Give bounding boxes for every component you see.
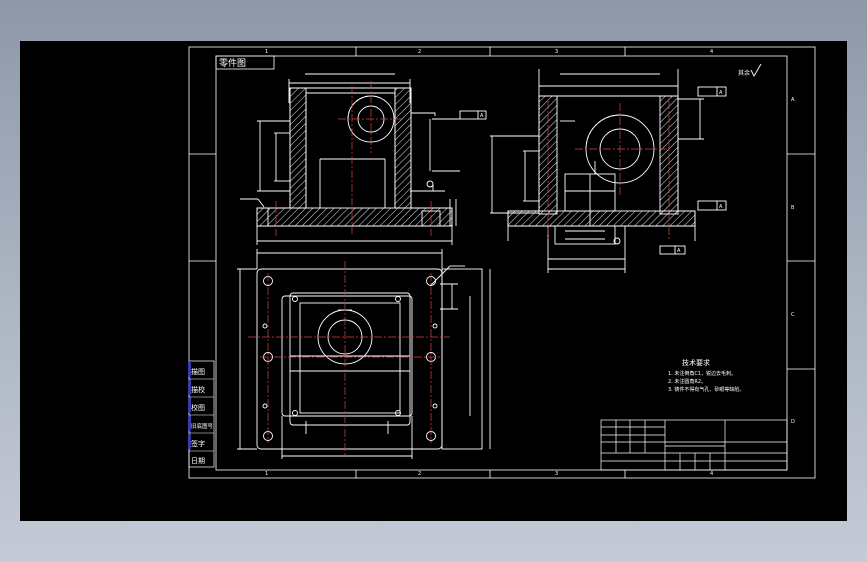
top-view-centerlines — [248, 261, 450, 456]
datum-label-front: A — [480, 113, 484, 119]
zone-top-4: 4 — [710, 49, 713, 55]
side-label-6: 日期 — [191, 457, 205, 465]
tech-req-title: 技术要求 — [682, 358, 710, 367]
zone-bottom-2: 2 — [418, 471, 421, 477]
zone-right-b: B — [791, 205, 795, 211]
side-label-5: 签字 — [191, 439, 205, 448]
zone-bottom-1: 1 — [265, 471, 268, 477]
tech-req-item-3: 3. 铸件不得有气孔、砂眼等缺陷。 — [668, 386, 744, 393]
drawing-svg: 1 2 3 4 1 2 3 4 A B C D 零件图 其余 技术要求 1. 未… — [188, 46, 816, 479]
technical-requirements: 技术要求 1. 未注倒角C1，锐边去毛刺。 2. 未注圆角R2。 3. 铸件不得… — [668, 358, 744, 393]
zone-right-c: C — [791, 312, 795, 318]
roughness-note: 其余 — [738, 69, 750, 77]
drawing-canvas[interactable]: 1 2 3 4 1 2 3 4 A B C D 零件图 其余 技术要求 1. 未… — [20, 41, 847, 521]
side-label-4: 旧底图号 — [191, 422, 214, 430]
datum-label-side-base: A — [677, 248, 681, 254]
roughness-mark: 其余 — [738, 63, 762, 77]
drawing-title: 零件图 — [219, 57, 246, 69]
zone-top-2: 2 — [418, 49, 421, 55]
side-label-panel: 描图 描校 校图 旧底图号 签字 日期 — [188, 360, 215, 468]
cad-screenshot: 1 2 3 4 1 2 3 4 A B C D 零件图 其余 技术要求 1. 未… — [0, 0, 867, 562]
datum-markers: A A A A — [480, 90, 723, 254]
drawing-title-box: 零件图 — [215, 55, 275, 70]
zone-bottom-4: 4 — [710, 471, 713, 477]
side-label-3: 校图 — [191, 403, 205, 412]
side-view — [490, 69, 727, 273]
drawing-frame — [188, 46, 816, 479]
side-label-1: 描图 — [191, 367, 205, 376]
datum-label-side-bottom: A — [719, 204, 723, 210]
zone-top-1: 1 — [265, 49, 268, 55]
front-view — [240, 73, 487, 245]
tech-req-item-1: 1. 未注倒角C1，锐边去毛刺。 — [668, 370, 736, 377]
title-block — [600, 419, 788, 471]
tech-req-item-2: 2. 未注圆角R2。 — [668, 378, 706, 385]
zone-right-a: A — [791, 97, 795, 103]
zone-top-3: 3 — [555, 49, 558, 55]
side-label-2: 描校 — [191, 385, 205, 394]
datum-label-side-top: A — [719, 90, 723, 96]
zone-right-d: D — [791, 419, 795, 425]
top-view — [237, 249, 491, 459]
zone-bottom-3: 3 — [555, 471, 558, 477]
